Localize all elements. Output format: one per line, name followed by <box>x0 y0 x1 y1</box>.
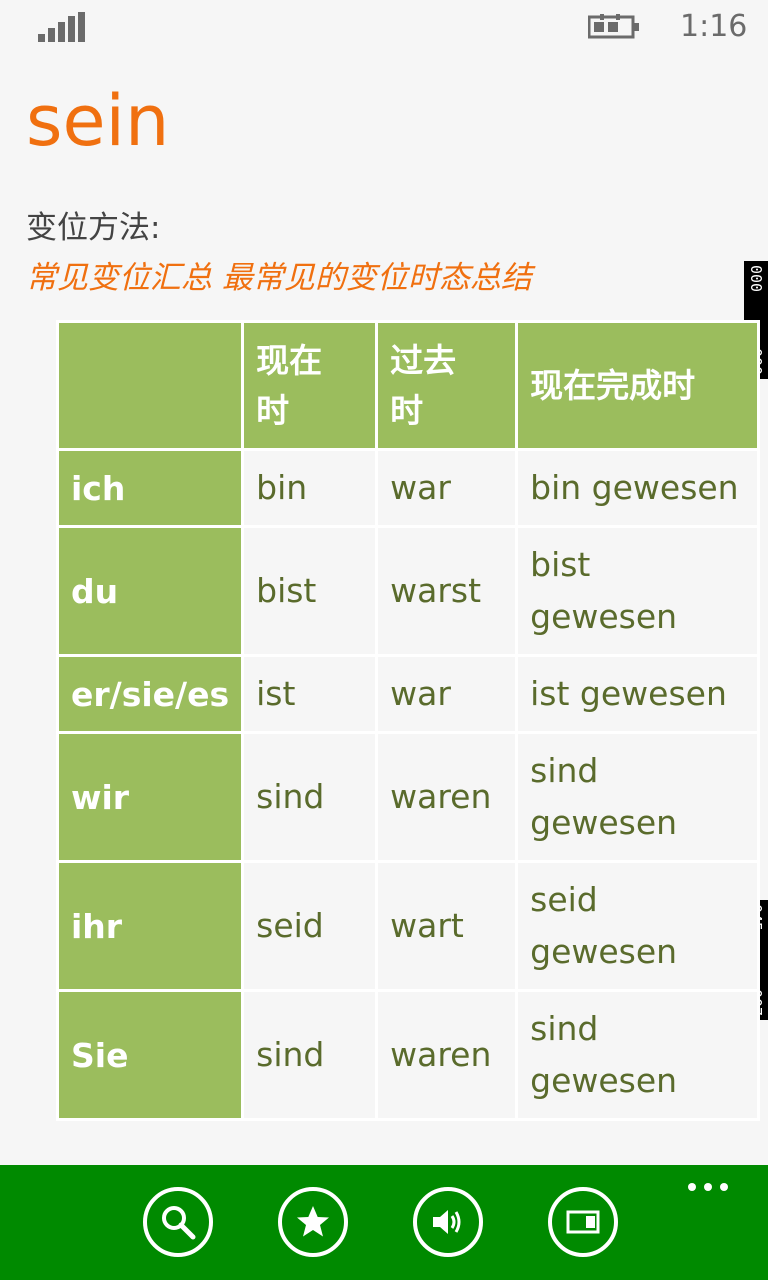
app-bar <box>0 1165 768 1280</box>
table-row: ihr seid wart seid gewesen <box>55 860 761 992</box>
favorite-button[interactable] <box>278 1187 348 1257</box>
past-cell: waren <box>375 989 519 1121</box>
present-cell: seid <box>241 860 379 992</box>
method-value[interactable]: 常见变位汇总 最常见的变位时态总结 <box>26 252 532 297</box>
perfect-cell: sind gewesen <box>515 731 761 863</box>
star-icon <box>297 1206 329 1237</box>
perfect-cell: seid gewesen <box>515 860 761 992</box>
past-cell: warst <box>375 525 519 657</box>
header-cell-empty <box>55 320 245 451</box>
more-icon[interactable] <box>688 1183 728 1191</box>
battery-charging-icon <box>588 14 639 39</box>
present-cell: bin <box>241 448 379 528</box>
pronoun-cell: Sie <box>55 989 245 1121</box>
window-button[interactable] <box>548 1187 618 1257</box>
present-cell: sind <box>241 989 379 1121</box>
table-row: du bist warst bist gewesen <box>55 525 761 657</box>
pronoun-cell: wir <box>55 731 245 863</box>
status-time: 1:16 <box>680 9 748 44</box>
header-cell-present: 现在 时 <box>241 320 379 451</box>
search-button[interactable] <box>143 1187 213 1257</box>
present-cell: sind <box>241 731 379 863</box>
perfect-cell: ist gewesen <box>515 654 761 734</box>
table-row: er/sie/es ist war ist gewesen <box>55 654 761 734</box>
pronoun-cell: ihr <box>55 860 245 992</box>
speaker-icon <box>433 1210 461 1234</box>
table-row: wir sind waren sind gewesen <box>55 731 761 863</box>
window-icon <box>566 1210 600 1234</box>
past-cell: wart <box>375 860 519 992</box>
signal-icon <box>38 12 88 42</box>
past-cell: war <box>375 448 519 528</box>
present-cell: ist <box>241 654 379 734</box>
past-cell: waren <box>375 731 519 863</box>
table-row: ich bin war bin gewesen <box>55 448 761 528</box>
table-row: Sie sind waren sind gewesen <box>55 989 761 1121</box>
pronounce-button[interactable] <box>413 1187 483 1257</box>
pronoun-cell: du <box>55 525 245 657</box>
search-icon <box>162 1206 196 1240</box>
word-title: sein <box>26 80 170 162</box>
perfect-cell: sind gewesen <box>515 989 761 1121</box>
header-cell-perfect: 现在完成时 <box>515 320 761 451</box>
side-tag-text: 000 <box>747 265 765 293</box>
perfect-cell: bin gewesen <box>515 448 761 528</box>
pronoun-cell: ich <box>55 448 245 528</box>
past-cell: war <box>375 654 519 734</box>
conjugation-table: 现在 时 过去 时 现在完成时 ich bin war bin gewesen … <box>55 320 761 1121</box>
pronoun-cell: er/sie/es <box>55 654 245 734</box>
table-header-row: 现在 时 过去 时 现在完成时 <box>55 320 761 451</box>
method-label: 变位方法: <box>26 210 161 246</box>
status-bar: 1:16 <box>0 0 768 56</box>
header-cell-past: 过去 时 <box>375 320 519 451</box>
present-cell: bist <box>241 525 379 657</box>
perfect-cell: bist gewesen <box>515 525 761 657</box>
